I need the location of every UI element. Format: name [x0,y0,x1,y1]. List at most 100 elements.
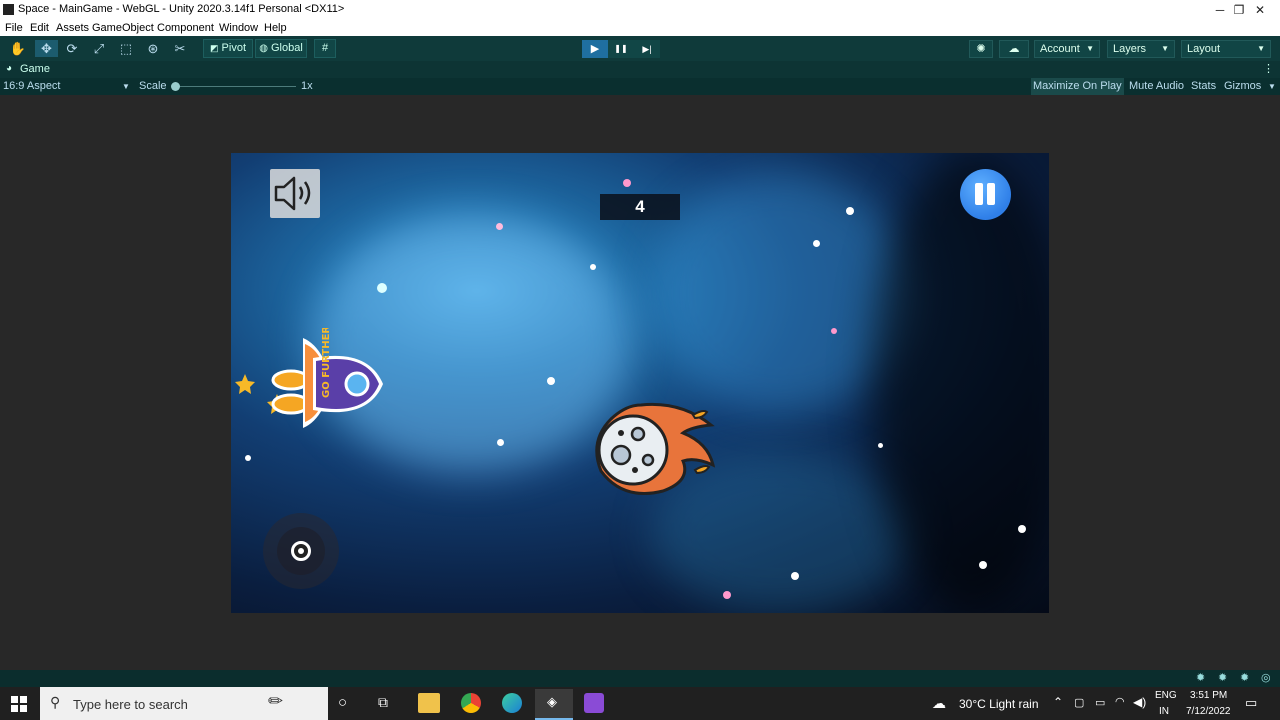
menu-gameobject[interactable]: GameObject [92,22,154,34]
meteor-sprite [595,402,716,495]
tab-game[interactable]: Game [20,63,50,75]
hand-tool-icon[interactable]: ✋ [9,40,27,57]
progress-check-icon[interactable]: ◎ [1261,671,1271,684]
menu-bar: File Edit Assets GameObject Component Wi… [0,20,1280,36]
game-tab-header: ◕ Game ⋮ [0,61,1280,78]
pivot-icon: ◩ [209,43,219,53]
unity-status-bar: ✹ ✹ ✹ ◎ [0,670,1280,687]
chevron-up-icon[interactable]: ⌃ [1053,695,1063,709]
scale-slider-track[interactable] [172,86,296,87]
file-explorer-icon[interactable] [418,693,440,713]
global-label: Global [271,42,303,54]
language-top[interactable]: ENG [1155,690,1177,701]
account-dropdown[interactable]: Account ▼ [1034,40,1100,58]
cloud-button[interactable]: ☁ [999,40,1029,58]
score-display: 4 [600,194,680,220]
scale-label: Scale [139,80,167,92]
edge-icon[interactable] [502,693,522,713]
clock-time[interactable]: 3:51 PM [1190,690,1227,701]
step-button[interactable]: ▶| [634,40,660,58]
collab-button[interactable]: ✺ [969,40,993,58]
game-view[interactable]: 4 GO FURTHER [231,153,1049,613]
visual-studio-icon[interactable] [584,693,604,713]
menu-assets[interactable]: Assets [56,22,89,34]
volume-icon[interactable]: ◀) [1133,695,1146,709]
move-tool-icon[interactable]: ✥ [35,40,58,57]
pause-game-button[interactable] [960,169,1011,220]
star [245,455,251,461]
unity-taskbar-icon[interactable]: ◈ [535,689,573,720]
weather-cloud-icon: ☁ [932,695,946,711]
transform-tool-icon[interactable]: ⊛ [144,40,162,57]
language-bottom: IN [1159,706,1169,717]
global-toggle[interactable]: ◍ Global [255,39,307,58]
star [878,443,883,448]
custom-tool-icon[interactable]: ✂ [171,40,189,57]
star [791,572,799,580]
rocket-sprite: GO FURTHER [235,326,383,428]
layers-label: Layers [1113,43,1147,55]
chevron-down-icon: ▼ [122,82,130,91]
cortana-icon[interactable]: ○ [338,694,347,711]
maximize-on-play-toggle[interactable]: Maximize On Play [1031,78,1124,95]
star [1018,525,1026,533]
meet-now-icon[interactable]: ▢ [1074,696,1084,709]
taskbar-search-box[interactable]: ⚲ Type here to search ✏ [40,687,328,720]
menu-file[interactable]: File [5,22,23,34]
star [831,328,837,334]
chevron-down-icon: ▼ [1161,44,1169,53]
sound-toggle-button[interactable] [270,169,320,218]
pause-icon [975,183,995,205]
menu-window[interactable]: Window [219,22,258,34]
globe-icon: ◍ [259,43,268,54]
task-view-icon[interactable]: ⧉ [378,694,388,711]
scale-tool-icon[interactable]: ⤢ [90,40,108,57]
virtual-joystick[interactable] [263,513,339,589]
scale-slider-thumb[interactable] [171,82,180,91]
title-bar: Space - MainGame - WebGL - Unity 2020.3.… [0,0,1280,20]
player-rocket: GO FURTHER [233,326,388,440]
chevron-down-icon: ▼ [1086,44,1094,53]
kebab-menu-icon[interactable]: ⋮ [1263,62,1274,75]
chrome-icon[interactable] [461,693,481,713]
layout-dropdown[interactable]: Layout ▼ [1181,40,1271,58]
scale-value: 1x [301,80,313,92]
joystick-dot [298,548,304,554]
star [813,240,820,247]
speaker-icon [274,176,311,211]
menu-edit[interactable]: Edit [30,22,49,34]
menu-component[interactable]: Component [157,22,214,34]
play-button[interactable]: ▶ [582,40,608,58]
layers-dropdown[interactable]: Layers ▼ [1107,40,1175,58]
cache-icon[interactable]: ✹ [1218,671,1227,684]
joystick-handle[interactable] [291,541,311,561]
network-icon[interactable]: ✹ [1240,671,1249,684]
grid-snap-button[interactable]: # [314,39,336,58]
close-button[interactable]: ✕ [1240,0,1280,20]
menu-help[interactable]: Help [264,22,287,34]
search-icon: ⚲ [50,694,61,710]
stats-toggle[interactable]: Stats [1191,80,1216,92]
grid-icon: # [321,42,329,54]
bug-icon[interactable]: ✹ [1196,671,1205,684]
rect-tool-icon[interactable]: ⬚ [117,40,135,57]
pause-editor-button[interactable]: ❚❚ [608,40,634,58]
unity-app-icon [3,4,14,15]
account-label: Account [1040,43,1080,55]
windows-start-icon[interactable] [11,696,27,712]
notification-icon[interactable]: ▭ [1245,695,1257,711]
cloud-icon: ☁ [1008,43,1020,55]
star [497,439,504,446]
aspect-label: 16:9 Aspect [3,80,61,92]
battery-icon[interactable]: ▭ [1095,696,1105,709]
rotate-tool-icon[interactable]: ⟳ [63,40,81,57]
weather-text[interactable]: 30°C Light rain [959,697,1039,711]
pivot-toggle[interactable]: ◩ Pivot [203,39,253,58]
aspect-dropdown[interactable]: 16:9 Aspect ▼ [0,78,133,95]
star [723,591,731,599]
gizmos-dropdown[interactable]: Gizmos [1224,80,1261,92]
mute-audio-toggle[interactable]: Mute Audio [1129,80,1184,92]
pivot-label: Pivot [221,42,247,54]
wifi-icon[interactable]: ◠ [1115,695,1125,708]
star [979,561,987,569]
